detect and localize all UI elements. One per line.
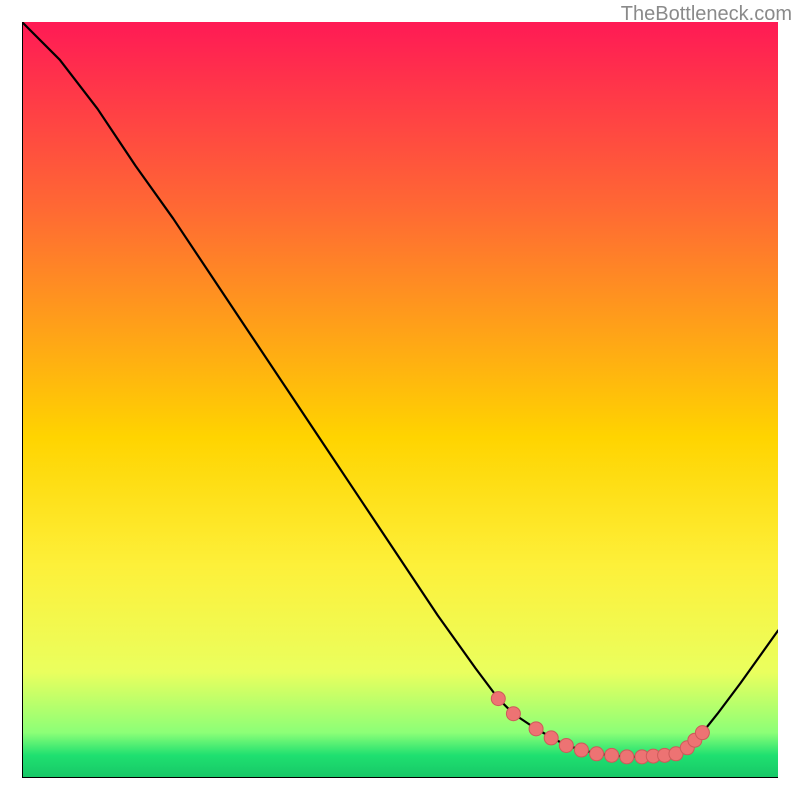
data-point bbox=[559, 738, 573, 752]
plot-area bbox=[22, 22, 778, 778]
chart-container: TheBottleneck.com bbox=[0, 0, 800, 800]
data-point bbox=[574, 743, 588, 757]
data-point bbox=[590, 747, 604, 761]
data-point bbox=[544, 731, 558, 745]
gradient-rect bbox=[22, 22, 778, 778]
data-point bbox=[491, 692, 505, 706]
data-point bbox=[605, 748, 619, 762]
plot-svg bbox=[22, 22, 778, 778]
data-point bbox=[529, 722, 543, 736]
data-point bbox=[695, 726, 709, 740]
data-point bbox=[620, 750, 634, 764]
data-point bbox=[506, 707, 520, 721]
